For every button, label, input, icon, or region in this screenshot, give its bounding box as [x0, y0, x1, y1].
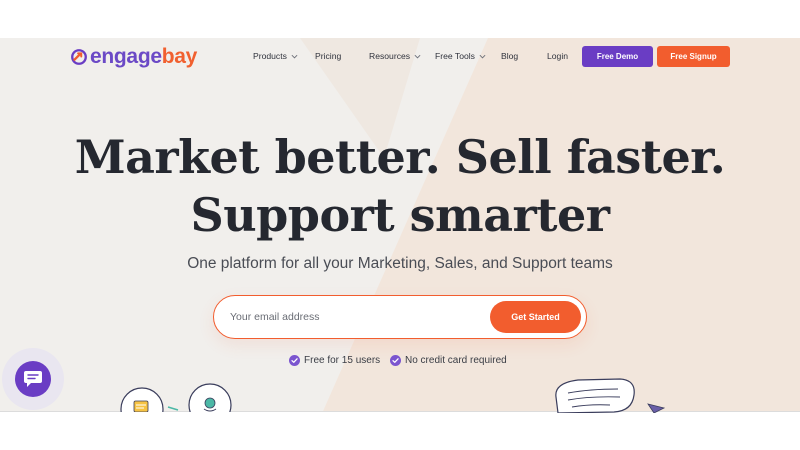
nav-item-label: Resources [369, 51, 411, 61]
check-circle-icon [289, 355, 300, 366]
email-signup-form: Get Started [213, 295, 587, 339]
nav-item-label: Free Tools [435, 51, 475, 61]
perk-item: No credit card required [390, 355, 507, 366]
nav-item-free-tools[interactable]: Free Tools [435, 51, 486, 61]
nav-item-login[interactable]: Login [547, 51, 568, 61]
nav-item-products[interactable]: Products [253, 51, 298, 61]
illustration-icons-left [120, 383, 232, 412]
free-demo-button[interactable]: Free Demo [582, 46, 653, 67]
chevron-down-icon [479, 54, 486, 58]
perks-row: Free for 15 users No credit card require… [0, 355, 800, 369]
get-started-button[interactable]: Get Started [490, 301, 581, 333]
nav-item-blog[interactable]: Blog [501, 51, 518, 61]
nav-item-label: Products [253, 51, 287, 61]
perk-label: Free for 15 users [304, 355, 381, 366]
free-signup-button[interactable]: Free Signup [657, 46, 730, 67]
nav-item-label: Login [547, 51, 569, 61]
hero-title: Market better. Sell faster. Support smar… [0, 128, 800, 244]
hero-subtitle: One platform for all your Marketing, Sal… [187, 255, 613, 272]
nav-item-resources[interactable]: Resources [369, 51, 421, 61]
illustration-speech-bubble [555, 378, 666, 413]
perk-label: No credit card required [405, 355, 507, 366]
nav-item-label: Blog [501, 51, 519, 61]
email-input[interactable] [230, 307, 480, 327]
nav-item-pricing[interactable]: Pricing [315, 51, 341, 61]
nav-item-label: Pricing [315, 51, 342, 61]
hero-title-line-2: Support smarter [190, 188, 610, 242]
perk-item: Free for 15 users [289, 355, 380, 366]
check-circle-icon [390, 355, 401, 366]
chevron-down-icon [414, 54, 421, 58]
chat-widget-button[interactable] [15, 361, 51, 397]
hero-title-line-1: Market better. Sell faster. [74, 130, 726, 184]
chevron-down-icon [291, 54, 298, 58]
chat-bubble-icon [24, 371, 42, 387]
